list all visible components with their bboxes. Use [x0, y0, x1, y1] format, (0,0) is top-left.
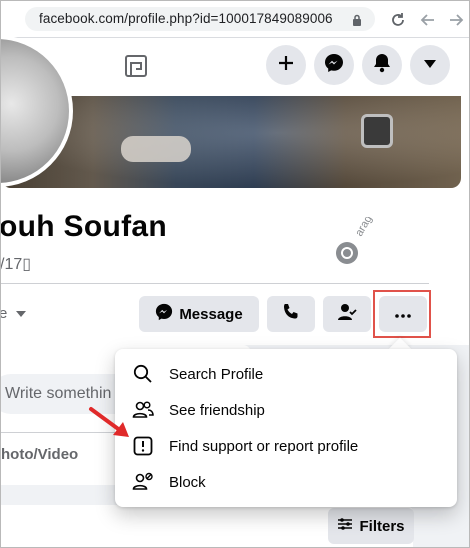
phone-icon	[282, 303, 300, 326]
friend-check-icon	[337, 303, 357, 326]
block-user-icon	[131, 470, 155, 494]
back-arrow-icon[interactable]	[417, 9, 439, 31]
menu-item-see-friendship[interactable]: See friendship	[123, 392, 449, 428]
menu-item-label: Block	[169, 473, 206, 491]
profile-tab-label: e	[1, 305, 7, 322]
forward-arrow-icon[interactable]	[445, 9, 467, 31]
cover-detail-shoe	[121, 136, 191, 162]
caret-down-icon	[423, 56, 437, 74]
cover-detail-watch	[361, 114, 393, 148]
menu-item-label: See friendship	[169, 401, 265, 419]
highlight-box	[373, 290, 431, 338]
menu-item-search-profile[interactable]: Search Profile	[123, 356, 449, 392]
filters-icon	[337, 517, 353, 536]
friends-button[interactable]	[323, 296, 371, 332]
reload-icon[interactable]	[387, 9, 409, 31]
messenger-icon	[324, 53, 344, 78]
lock-icon	[352, 13, 362, 31]
notifications-button[interactable]	[362, 45, 402, 85]
write-post-placeholder: Write somethin	[5, 385, 112, 402]
facebook-header	[1, 38, 469, 97]
menu-item-label: Find support or report profile	[169, 437, 359, 455]
filters-button[interactable]: Filters	[328, 508, 414, 544]
search-icon	[131, 362, 155, 386]
profile-divider	[1, 283, 429, 284]
gaming-icon[interactable]	[124, 54, 148, 83]
menu-item-block[interactable]: Block	[123, 464, 449, 500]
friend-count[interactable]: /17▯	[1, 254, 31, 274]
menu-item-find-support-report[interactable]: Find support or report profile	[123, 428, 449, 464]
caret-down-small-icon	[15, 305, 26, 322]
create-button[interactable]	[266, 45, 306, 85]
menu-item-label: Search Profile	[169, 365, 264, 383]
url-text: facebook.com/profile.php?id=100017849089…	[39, 11, 333, 26]
report-icon	[131, 434, 155, 458]
address-bar[interactable]: facebook.com/profile.php?id=100017849089…	[25, 7, 375, 31]
photo-video-button[interactable]: hoto/Video	[1, 446, 78, 463]
browser-toolbar: facebook.com/profile.php?id=100017849089…	[1, 1, 469, 38]
browser-window: facebook.com/profile.php?id=100017849089…	[0, 0, 470, 548]
profile-options-menu: Search Profile See friendship Find suppo…	[115, 349, 457, 507]
plus-icon	[277, 54, 295, 77]
account-menu-button[interactable]	[410, 45, 450, 85]
messenger-icon	[155, 303, 173, 326]
call-button[interactable]	[267, 296, 315, 332]
message-button[interactable]: Message	[139, 296, 259, 332]
message-label: Message	[179, 305, 243, 323]
watermark-text: arageek مجلة	[353, 217, 391, 239]
profile-name: ouh Soufan	[0, 210, 167, 243]
watermark-logo: arageek مجلة	[331, 176, 396, 277]
annotation-arrow-icon	[87, 405, 133, 446]
messenger-button[interactable]	[314, 45, 354, 85]
profile-tab-more[interactable]: e	[1, 305, 26, 322]
friendship-icon	[131, 398, 155, 422]
filters-label: Filters	[359, 517, 405, 535]
bell-icon	[373, 53, 391, 78]
